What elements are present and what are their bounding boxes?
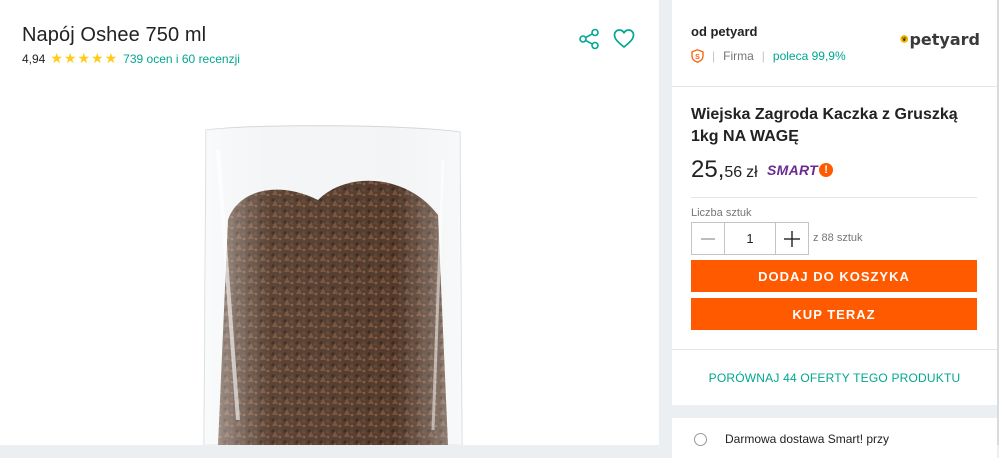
minus-icon [701,237,715,240]
svg-text:S: S [695,54,700,61]
radio-icon[interactable] [694,432,707,446]
add-to-cart-button[interactable]: DODAJ DO KOSZYKA [691,260,977,292]
quantity-label: Liczba sztuk [691,207,752,219]
heart-icon[interactable] [613,28,635,50]
rating-stars: ★ ★ ★ ★ ★ [50,52,118,66]
divider [672,86,997,87]
plus-icon [784,230,800,247]
star-icon: ★ [50,51,63,67]
seller-logo[interactable]: petyard [900,26,980,52]
divider [672,349,997,350]
buy-now-button[interactable]: KUP TERAZ [691,298,977,330]
share-icon[interactable] [578,28,600,50]
price-decimal: 56 [724,164,743,181]
smart-label: SMART [767,162,819,178]
seller-logo-text: petyard [909,29,980,49]
price: 25, 56 zł [691,156,758,184]
reviews-link[interactable]: 739 ocen i 60 recenzji [123,52,240,66]
smart-badge: SMART ! [767,162,834,178]
rating-value: 4,94 [22,52,46,66]
increase-button[interactable] [776,223,808,254]
star-icon: ★ [63,51,77,67]
delivery-label: Darmowa dostawa Smart! przy [725,432,890,446]
seller-label[interactable]: od petyard [691,24,757,39]
compare-offers-link[interactable]: PORÓWNAJ 44 OFERTY TEGO PRODUKTU [672,371,997,385]
shield-icon: S [691,49,704,63]
seller-type: Firma [723,49,754,63]
smart-exclamation-icon: ! [819,163,834,177]
star-icon: ★ [91,51,104,67]
product-title: Napój Oshee 750 ml [22,24,207,46]
rating-row: 4,94 ★ ★ ★ ★ ★ 739 ocen i 60 recenzji [22,52,240,66]
decrease-button[interactable] [692,223,724,254]
seller-meta: S | Firma | poleca 99,9% [691,49,846,63]
quantity-stepper [691,222,809,255]
product-image[interactable] [198,120,468,445]
quantity-available: z 88 sztuk [813,232,863,244]
price-integer: 25, [691,156,725,183]
separator: | [712,49,716,63]
quantity-input[interactable] [724,223,776,254]
offer-title: Wiejska Zagroda Kaczka z Gruszką 1kg NA … [691,106,958,145]
star-icon: ★ [77,51,91,67]
paw-icon [900,35,909,43]
divider [691,197,977,198]
price-currency: zł [746,164,758,181]
star-icon: ★ [104,51,118,67]
delivery-option[interactable]: Darmowa dostawa Smart! przy [694,432,889,446]
separator: | [761,49,765,63]
seller-recommend[interactable]: poleca 99,9% [773,49,846,63]
